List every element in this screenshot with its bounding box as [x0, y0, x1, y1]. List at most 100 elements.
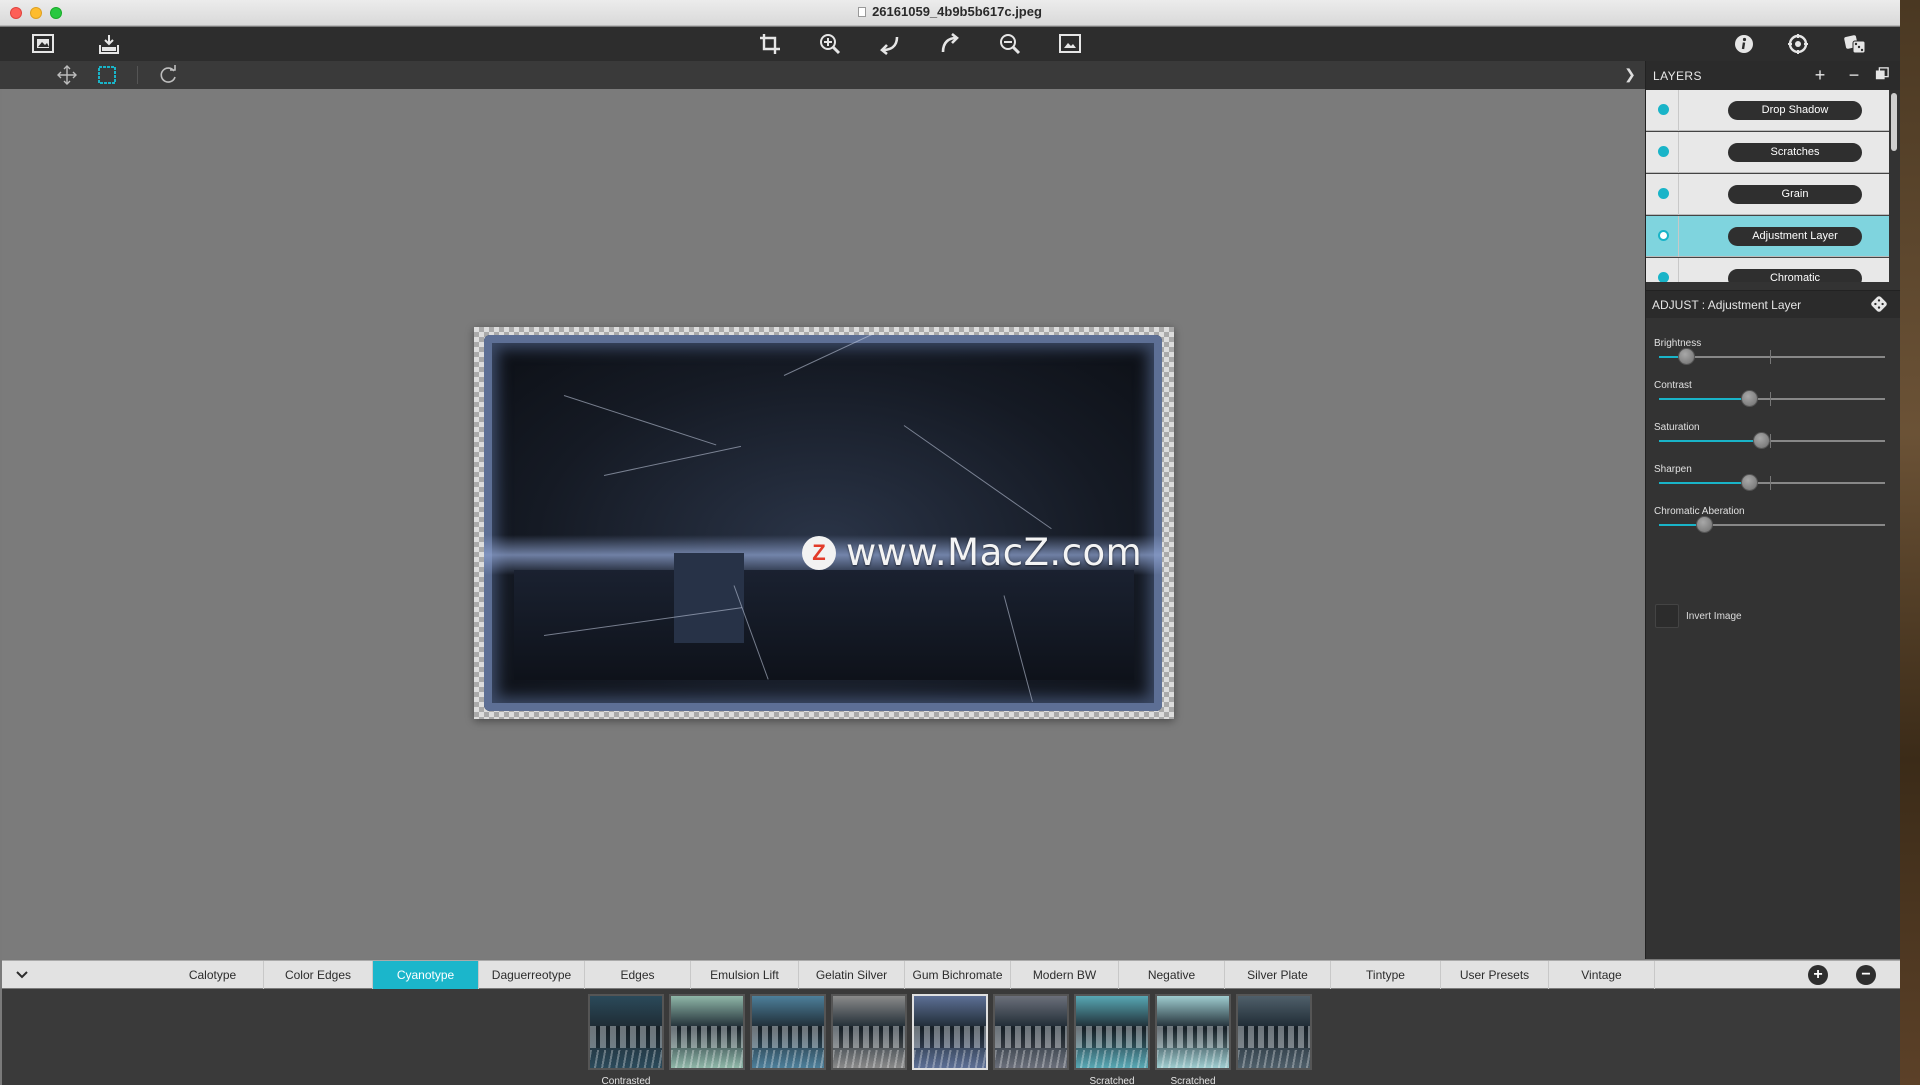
- layer-visibility-toggle[interactable]: [1658, 104, 1669, 115]
- watermark-text: www.MacZ.com: [846, 531, 1143, 574]
- add-layer-button[interactable]: +: [1810, 65, 1830, 85]
- duplicate-layer-icon[interactable]: [1872, 65, 1892, 85]
- zoom-out-icon[interactable]: [996, 31, 1024, 57]
- thumb-rails: [752, 1050, 824, 1068]
- title-bar: 26161059_4b9b5b617c.jpeg: [0, 0, 1900, 26]
- tab-calotype[interactable]: Calotype: [162, 961, 264, 989]
- contrast-label: Contrast: [1654, 380, 1692, 391]
- thumb-rails: [995, 1050, 1067, 1068]
- tab-daguerreotype[interactable]: Daguerreotype: [479, 961, 585, 989]
- saturation-slider[interactable]: [1659, 432, 1885, 449]
- sharpen-label: Sharpen: [1654, 464, 1692, 475]
- toolbar-divider: [137, 66, 138, 84]
- chevron-down-icon[interactable]: [10, 965, 34, 985]
- move-tool-icon[interactable]: [56, 64, 78, 86]
- chromatic-aberation-slider[interactable]: [1659, 516, 1885, 533]
- slider-thumb[interactable]: [1678, 348, 1696, 365]
- fit-screen-icon[interactable]: [1056, 31, 1084, 57]
- watermark: Z www.MacZ.com: [802, 531, 1142, 574]
- tab-edges[interactable]: Edges: [585, 961, 691, 989]
- contrast-slider[interactable]: [1659, 390, 1885, 407]
- preset-thumbnail[interactable]: [831, 994, 907, 1070]
- preset-thumbnail[interactable]: [1074, 994, 1150, 1070]
- thumb-train: [914, 1026, 986, 1048]
- image-canvas[interactable]: Z www.MacZ.com: [2, 89, 1643, 959]
- redo-icon[interactable]: [936, 31, 964, 57]
- zoom-in-icon[interactable]: [816, 31, 844, 57]
- tab-gum-bichromate[interactable]: Gum Bichromate: [905, 961, 1011, 989]
- slider-thumb[interactable]: [1741, 390, 1759, 407]
- thumb-rails: [590, 1050, 662, 1068]
- selection-tool-icon[interactable]: [96, 64, 118, 86]
- brightness-slider[interactable]: [1659, 348, 1885, 365]
- random-dice-icon[interactable]: [1870, 295, 1890, 315]
- invert-image-label: Invert Image: [1686, 611, 1742, 622]
- collapse-panel-chevron-icon[interactable]: ❯: [1622, 64, 1638, 84]
- preset-thumbnail[interactable]: [588, 994, 664, 1070]
- remove-preset-button[interactable]: −: [1856, 965, 1876, 985]
- layer-name: Scratches: [1728, 143, 1862, 162]
- export-icon[interactable]: [95, 31, 123, 57]
- preset-thumbnail[interactable]: [1155, 994, 1231, 1070]
- tab-vintage[interactable]: Vintage: [1549, 961, 1655, 989]
- slider-center-mark: [1770, 434, 1771, 448]
- slider-fill: [1659, 482, 1750, 484]
- tab-cyanotype[interactable]: Cyanotype: [373, 961, 479, 989]
- image-water-area: [514, 570, 1134, 680]
- layer-row[interactable]: Grain: [1646, 174, 1889, 215]
- layer-divider: [1678, 132, 1679, 173]
- tab-emulsion-lift[interactable]: Emulsion Lift: [691, 961, 799, 989]
- thumb-train: [752, 1026, 824, 1048]
- layers-list: Drop Shadow Scratches Grain Adjustment L…: [1646, 90, 1889, 282]
- tab-tintype[interactable]: Tintype: [1331, 961, 1441, 989]
- layer-name: Drop Shadow: [1728, 101, 1862, 120]
- random-dice-icon[interactable]: [1841, 31, 1869, 57]
- open-image-icon[interactable]: [29, 31, 57, 57]
- crop-icon[interactable]: [756, 31, 784, 57]
- slider-center-mark: [1770, 392, 1771, 406]
- slider-thumb[interactable]: [1752, 432, 1770, 449]
- sub-toolbar: [0, 61, 1645, 89]
- slider-thumb[interactable]: [1741, 474, 1759, 491]
- layer-divider: [1678, 174, 1679, 215]
- thumb-train: [1157, 1026, 1229, 1048]
- window-title-container: 26161059_4b9b5b617c.jpeg: [0, 4, 1900, 19]
- preset-thumbnail[interactable]: [993, 994, 1069, 1070]
- layer-visibility-toggle[interactable]: [1658, 188, 1669, 199]
- preset-thumbnail[interactable]: [1236, 994, 1312, 1070]
- tab-negative[interactable]: Negative: [1119, 961, 1225, 989]
- tab-modern-bw[interactable]: Modern BW: [1011, 961, 1119, 989]
- layer-visibility-toggle[interactable]: [1658, 146, 1669, 157]
- layer-row-selected[interactable]: Adjustment Layer: [1646, 216, 1889, 257]
- layer-row[interactable]: Chromatic: [1646, 258, 1889, 282]
- layers-scrollbar[interactable]: [1891, 93, 1897, 151]
- thumb-rails: [1238, 1050, 1310, 1068]
- settings-icon[interactable]: [1784, 31, 1812, 57]
- tab-gelatin-silver[interactable]: Gelatin Silver: [799, 961, 905, 989]
- invert-image-checkbox[interactable]: [1655, 604, 1679, 628]
- layer-visibility-toggle[interactable]: [1658, 230, 1669, 241]
- tab-silver-plate[interactable]: Silver Plate: [1225, 961, 1331, 989]
- undo-icon[interactable]: [876, 31, 904, 57]
- slider-fill: [1659, 440, 1761, 442]
- add-preset-button[interactable]: +: [1808, 965, 1828, 985]
- layer-row[interactable]: Scratches: [1646, 132, 1889, 173]
- sharpen-slider[interactable]: [1659, 474, 1885, 491]
- preset-thumbnail[interactable]: [750, 994, 826, 1070]
- rotate-icon[interactable]: [157, 64, 179, 86]
- info-icon[interactable]: [1730, 31, 1758, 57]
- adjust-header: ADJUST : Adjustment Layer: [1646, 290, 1900, 318]
- layer-name: Adjustment Layer: [1728, 227, 1862, 246]
- slider-center-mark: [1770, 350, 1771, 364]
- main-toolbar: [0, 27, 1900, 61]
- remove-layer-button[interactable]: −: [1844, 65, 1864, 85]
- slider-thumb[interactable]: [1696, 516, 1714, 533]
- thumb-train: [590, 1026, 662, 1048]
- thumb-train: [995, 1026, 1067, 1048]
- tab-color-edges[interactable]: Color Edges: [264, 961, 373, 989]
- tab-user-presets[interactable]: User Presets: [1441, 961, 1549, 989]
- layer-row[interactable]: Drop Shadow: [1646, 90, 1889, 131]
- preset-thumbnail-selected[interactable]: [912, 994, 988, 1070]
- preset-thumbnail[interactable]: [669, 994, 745, 1070]
- layer-visibility-toggle[interactable]: [1658, 272, 1669, 282]
